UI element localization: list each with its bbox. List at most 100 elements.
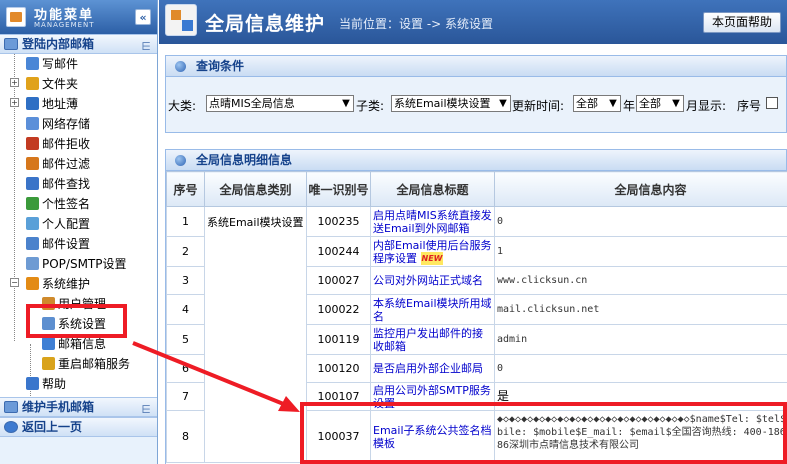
filter-icon <box>26 157 39 170</box>
page-icon <box>165 4 197 36</box>
sidebar-item-pop-smtp[interactable]: POP/SMTP设置 <box>26 254 127 274</box>
sidebar-item-help[interactable]: 帮助 <box>26 374 66 394</box>
cell-seq: 1 <box>166 206 205 237</box>
sidebar-item-mail-reject[interactable]: 邮件拒收 <box>26 134 90 154</box>
cell-id: 100022 <box>306 294 371 325</box>
back-label: 返回上一页 <box>22 420 83 434</box>
breadcrumb: 当前位置：设置 -> 系统设置 <box>339 17 494 31</box>
restart-icon <box>42 357 55 370</box>
cell-title-link[interactable]: 内部Email使用后台服务程序设置 NEW <box>370 236 495 267</box>
sidebar-item-label: 邮箱信息 <box>58 337 107 351</box>
category-select[interactable]: 点晴MIS全局信息 ▼ <box>206 95 354 112</box>
sidebar-item-label: 重启邮箱服务 <box>58 357 131 371</box>
sidebar-header: 功能菜单 MANAGEMENT « <box>0 0 157 34</box>
sidebar-tree: 写邮件 + 文件夹 + 地址薄 网络存储 邮件拒收 邮件过滤 邮件查找 个性签名… <box>0 54 157 414</box>
seq-label: 序号 <box>737 99 762 113</box>
chevron-down-icon: ▼ <box>606 96 620 111</box>
query-panel-header: 查询条件 <box>165 55 787 77</box>
cell-id: 100244 <box>306 236 371 267</box>
cell-id: 100235 <box>306 206 371 237</box>
sidebar-item-signature[interactable]: 个性签名 <box>26 194 90 214</box>
column-header-content[interactable]: 全局信息内容 <box>494 171 787 207</box>
sidebar-item-label: 邮件查找 <box>42 177 91 191</box>
cell-content: 0 <box>494 206 787 237</box>
sidebar-item-compose[interactable]: 写邮件 <box>26 54 78 74</box>
month-suffix: 月显示: <box>686 99 727 113</box>
sidebar-item-restart-mail-service[interactable]: 重启邮箱服务 <box>42 354 130 374</box>
mobile-mailbox-icon <box>4 401 18 413</box>
cell-category: 系统Email模块设置 <box>204 206 307 463</box>
section-mobile-label: 维护手机邮箱 <box>22 400 95 414</box>
collapse-sidebar-button[interactable]: « <box>135 9 151 25</box>
cell-content: mail.clicksun.net <box>494 294 787 325</box>
sidebar-item-label: 个人配置 <box>42 217 91 231</box>
detail-panel-header: 全局信息明细信息 <box>165 149 787 171</box>
mail-settings-icon <box>26 237 39 250</box>
sidebar-item-label: 邮件过滤 <box>42 157 91 171</box>
category-label: 大类: <box>168 99 197 113</box>
sidebar-item-personal-config[interactable]: 个人配置 <box>26 214 90 234</box>
sidebar-item-label: 系统维护 <box>42 277 91 291</box>
sidebar-item-address-book[interactable]: 地址薄 <box>26 94 78 114</box>
sidebar-item-folders[interactable]: 文件夹 <box>26 74 78 94</box>
cell-seq: 2 <box>166 236 205 267</box>
menu-logo-icon <box>6 7 26 27</box>
back-button[interactable]: 返回上一页 <box>0 417 157 437</box>
cell-id: 100119 <box>306 324 371 355</box>
back-arrow-icon <box>4 421 18 433</box>
month-select[interactable]: 全部 ▼ <box>636 95 684 112</box>
cell-content: 0 <box>494 354 787 383</box>
signature-icon <box>26 197 39 210</box>
month-value: 全部 <box>639 97 661 110</box>
sidebar-item-label: 地址薄 <box>42 97 79 111</box>
expand-icon[interactable]: + <box>10 98 19 107</box>
expand-icon[interactable]: + <box>10 78 19 87</box>
sidebar-item-network-storage[interactable]: 网络存储 <box>26 114 90 134</box>
page-header: 全局信息维护 当前位置：设置 -> 系统设置 本页面帮助 <box>159 0 787 44</box>
cell-seq: 3 <box>166 266 205 295</box>
highlight-box-row <box>300 402 787 464</box>
sidebar-item-system-maintenance[interactable]: 系统维护 <box>26 274 90 294</box>
cell-title-link[interactable]: 本系统Email模块所用域名 <box>370 294 495 325</box>
column-header-id[interactable]: 唯一识别号 <box>306 171 371 207</box>
panel-bullet-icon <box>175 61 186 72</box>
chevron-down-icon: ▼ <box>496 96 510 111</box>
sidebar-item-label: 邮件拒收 <box>42 137 91 151</box>
pop-smtp-icon <box>26 257 39 270</box>
query-panel-title: 查询条件 <box>196 59 245 73</box>
section-login-mailbox[interactable]: 登陆内部邮箱 ⋿ <box>0 34 157 54</box>
sidebar-item-label: 帮助 <box>42 377 67 391</box>
sidebar-item-mail-filter[interactable]: 邮件过滤 <box>26 154 90 174</box>
collapse-icon[interactable]: − <box>10 278 19 287</box>
cell-content: admin <box>494 324 787 355</box>
column-header-title[interactable]: 全局信息标题 <box>370 171 495 207</box>
cell-id: 100120 <box>306 354 371 383</box>
column-header-category[interactable]: 全局信息类别 <box>204 171 307 207</box>
cell-title-link[interactable]: 是否启用外部企业邮局 <box>370 354 495 383</box>
address-book-icon <box>26 97 39 110</box>
cell-title-link[interactable]: 监控用户发出邮件的接收邮箱 <box>370 324 495 355</box>
sidebar-item-mail-search[interactable]: 邮件查找 <box>26 174 90 194</box>
sidebar-item-label: 个性签名 <box>42 197 91 211</box>
sidebar-item-mail-settings[interactable]: 邮件设置 <box>26 234 90 254</box>
year-suffix: 年 <box>623 99 636 113</box>
cell-title-link[interactable]: 启用点晴MIS系统直接发送Email到外网邮箱 <box>370 206 495 237</box>
query-panel: 大类: 点晴MIS全局信息 ▼ 子类: 系统Email模块设置 ▼ 更新时间: 全部… <box>165 77 787 133</box>
page-title: 全局信息维护 <box>205 13 326 35</box>
category-value: 点晴MIS全局信息 <box>209 97 295 110</box>
storage-icon <box>26 117 39 130</box>
cell-content: www.clicksun.cn <box>494 266 787 295</box>
new-badge: NEW <box>420 251 444 265</box>
table-row[interactable]: 1 系统Email模块设置 100235 启用点晴MIS系统直接发送Email到… <box>166 206 787 463</box>
reject-icon <box>26 137 39 150</box>
help-icon <box>26 377 39 390</box>
seq-checkbox[interactable] <box>766 97 778 109</box>
page-help-button[interactable]: 本页面帮助 <box>702 12 781 33</box>
subcategory-select[interactable]: 系统Email模块设置 ▼ <box>391 95 511 112</box>
column-header-seq[interactable]: 序号 <box>166 171 205 207</box>
year-select[interactable]: 全部 ▼ <box>573 95 621 112</box>
cell-title-link[interactable]: 公司对外网站正式域名 <box>370 266 495 295</box>
section-mobile-mailbox[interactable]: 维护手机邮箱 ⋿ <box>0 397 157 417</box>
cell-seq: 5 <box>166 324 205 355</box>
sidebar-item-label: POP/SMTP设置 <box>42 257 127 271</box>
